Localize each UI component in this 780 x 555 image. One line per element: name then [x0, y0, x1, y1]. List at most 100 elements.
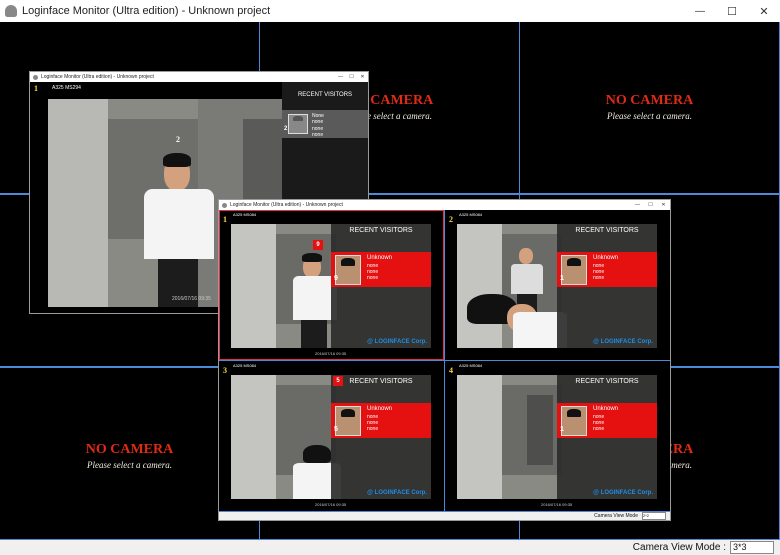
- maximize-button[interactable]: ☐: [716, 0, 748, 22]
- visitor-info: Unknown none none none: [593, 406, 618, 432]
- minimize-button[interactable]: —: [631, 200, 644, 210]
- person-figure-foreground: [457, 294, 567, 348]
- visitor-detail: none: [312, 125, 324, 132]
- recent-visitors-title: RECENT VISITORS: [349, 227, 413, 234]
- camera-label: A325 MS294: [52, 85, 81, 91]
- visitor-name: Unknown: [593, 255, 619, 261]
- camera-number: 1: [223, 215, 227, 224]
- timestamp: 2016/07/16 09:35: [315, 351, 347, 356]
- recent-visitors-title: RECENT VISITORS: [297, 92, 353, 98]
- view-mode-select[interactable]: 3*3: [730, 541, 774, 554]
- visitor-name: Unknown: [367, 406, 393, 412]
- camera-cell-1[interactable]: 1 A325 MS084 RECENT VISITORS 9 Unknown n…: [219, 210, 444, 360]
- visitor-info: Unknown none none none: [367, 255, 392, 281]
- visitor-number: 1: [560, 275, 564, 282]
- visitor-row[interactable]: 1 Unknown none none none: [557, 403, 657, 438]
- close-button[interactable]: ✕: [357, 72, 368, 82]
- camera-cell-3[interactable]: 3 A325 MS084 RECENT VISITORS 5 Unknown n…: [219, 361, 444, 511]
- visitor-name: Unknown: [593, 406, 619, 412]
- maximize-button[interactable]: ☐: [346, 72, 357, 82]
- main-window-controls: — ☐ ✕: [684, 0, 780, 22]
- camera-label: A325 MS084: [459, 363, 483, 368]
- view-mode-select[interactable]: 2*2: [642, 512, 666, 520]
- visitor-row[interactable]: 2 None none none none: [282, 110, 368, 138]
- visitor-number: 5: [334, 426, 338, 433]
- camera-number: 2: [449, 215, 453, 224]
- visitor-detail: none: [312, 119, 324, 126]
- window1-titlebar[interactable]: Loginface Monitor (Ultra edition) - Unkn…: [30, 72, 368, 82]
- view-mode-label: Camera View Mode: [594, 513, 638, 519]
- visitor-detail: none: [367, 426, 379, 432]
- camera-grid-2x2: 1 A325 MS084 RECENT VISITORS 9 Unknown n…: [219, 210, 670, 512]
- corridor-wall-left: [457, 375, 502, 499]
- camera-label: A325 MS084: [459, 212, 483, 217]
- window2-titlebar[interactable]: Loginface Monitor (Ultra edition) - Unkn…: [219, 200, 670, 210]
- visitor-info: Unknown none none none: [367, 406, 392, 432]
- corridor-wall-left: [231, 224, 276, 348]
- view-mode-label: Camera View Mode :: [632, 542, 726, 553]
- visitor-row[interactable]: 1 Unknown none none none: [557, 252, 657, 287]
- close-button[interactable]: ✕: [657, 200, 670, 210]
- minimize-button[interactable]: —: [684, 0, 716, 22]
- maximize-button[interactable]: ☐: [644, 200, 657, 210]
- face-thumbnail: [335, 406, 361, 436]
- camera-cell-2[interactable]: 2 A325 MS084 RECENT VISITORS 1 Unknown n…: [445, 210, 670, 360]
- recent-visitors-title: RECENT VISITORS: [349, 378, 413, 385]
- visitor-info: None none none none: [312, 113, 324, 138]
- camera-number: 4: [449, 366, 453, 375]
- visitor-info: Unknown none none none: [593, 255, 618, 281]
- detection-badge: 9: [313, 240, 323, 250]
- timestamp: 2016/07/16 09:35: [172, 296, 211, 302]
- camera-label: A325 MS084: [233, 363, 257, 368]
- recent-visitors-panel: RECENT VISITORS 1 Unknown none none none…: [557, 224, 657, 348]
- main-window-title: Loginface Monitor (Ultra edition) - Unkn…: [22, 5, 271, 17]
- person-number: 2: [176, 135, 180, 144]
- app-icon: [222, 202, 227, 208]
- face-thumbnail: [335, 255, 361, 285]
- corridor-wall-left: [231, 375, 276, 499]
- timestamp: 2016/07/16 09:35: [315, 502, 347, 507]
- visitor-detail: none: [367, 275, 379, 281]
- quad-camera-window[interactable]: Loginface Monitor (Ultra edition) - Unkn…: [218, 199, 671, 521]
- brand-watermark: @ LOGINFACE Corp.: [367, 339, 427, 345]
- visitor-detail: none: [312, 131, 324, 138]
- face-thumbnail: [288, 114, 308, 134]
- no-camera-subtitle: Please select a camera.: [607, 111, 692, 121]
- person-figure: [140, 149, 220, 307]
- visitor-row[interactable]: 9 Unknown none none none: [331, 252, 431, 287]
- brand-watermark: @ LOGINFACE Corp.: [593, 490, 653, 496]
- camera-number: 1: [34, 84, 38, 93]
- close-button[interactable]: ✕: [748, 0, 780, 22]
- window1-controls: — ☐ ✕: [335, 72, 368, 82]
- recent-visitors-panel: RECENT VISITORS 2 None none none none: [282, 82, 368, 202]
- window2-title: Loginface Monitor (Ultra edition) - Unkn…: [230, 202, 343, 208]
- window2-controls: — ☐ ✕: [631, 200, 670, 210]
- brand-watermark: @ LOGINFACE Corp.: [593, 339, 653, 345]
- visitor-detail: none: [593, 426, 605, 432]
- recent-visitors-title: RECENT VISITORS: [575, 227, 639, 234]
- detection-badge: 5: [333, 376, 343, 386]
- window1-title: Loginface Monitor (Ultra edition) - Unkn…: [41, 74, 154, 80]
- no-camera-title: NO CAMERA: [605, 93, 694, 108]
- main-statusbar: Camera View Mode : 3*3: [0, 540, 780, 555]
- camera-cell-4[interactable]: 4 A325 MS084 RECENT VISITORS 1 Unknown n…: [445, 361, 670, 511]
- window2-statusbar: Camera View Mode 2*2: [219, 512, 670, 520]
- visitor-number: 9: [334, 275, 338, 282]
- visitor-number: 1: [560, 426, 564, 433]
- visitor-name: Unknown: [367, 255, 393, 261]
- visitor-detail: none: [593, 275, 605, 281]
- face-thumbnail: [561, 255, 587, 285]
- face-thumbnail: [561, 406, 587, 436]
- app-icon: [33, 74, 38, 80]
- recent-visitors-title: RECENT VISITORS: [575, 378, 639, 385]
- timestamp: 2016/07/16 09:35: [541, 502, 573, 507]
- recent-visitors-panel: RECENT VISITORS 9 Unknown none none none…: [331, 224, 431, 348]
- visitor-row[interactable]: 5 Unknown none none none: [331, 403, 431, 438]
- corridor-wall-left: [48, 99, 108, 307]
- visitor-number: 2: [284, 126, 288, 132]
- recent-visitors-panel: RECENT VISITORS 5 Unknown none none none…: [331, 375, 431, 499]
- recent-visitors-panel: RECENT VISITORS 1 Unknown none none none…: [557, 375, 657, 499]
- minimize-button[interactable]: —: [335, 72, 346, 82]
- main-titlebar[interactable]: Loginface Monitor (Ultra edition) - Unkn…: [0, 0, 780, 22]
- grid-cell-3[interactable]: NO CAMERA Please select a camera.: [520, 22, 779, 193]
